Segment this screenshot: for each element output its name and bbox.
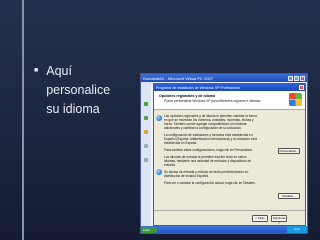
bullet-item: ■ Aquí personalice su idioma <box>34 62 139 119</box>
setup-steps-strip <box>141 82 151 228</box>
taskbar: inicio 2:32 <box>141 226 307 233</box>
dialog-content: Las opciones regionales y de idioma le p… <box>154 110 305 199</box>
dialog-header: Opciones regionales y de idioma Puede pe… <box>154 91 305 110</box>
next-button[interactable]: Siguiente > <box>271 215 287 225</box>
step-icon <box>144 144 148 148</box>
window-controls: _ □ × <box>288 75 305 81</box>
close-icon[interactable]: × <box>300 75 305 81</box>
back-button[interactable]: < Atrás <box>252 215 268 222</box>
step-icon <box>144 158 148 162</box>
dialog-title: Programa de instalación de Windows XP Pr… <box>156 85 240 90</box>
regional-description: Las opciones regionales y de idioma le p… <box>164 114 257 130</box>
dialog-title-bar[interactable]: Programa de instalación de Windows XP Pr… <box>154 84 305 91</box>
step-icon <box>144 116 148 120</box>
dialog-close-icon[interactable]: × <box>299 85 304 90</box>
input-language-status: Su idioma de entrada y método de texto p… <box>164 170 249 178</box>
screenshot-window: Kamatalk02 - Microsoft Virtual PC 2007 _… <box>140 73 308 234</box>
header-subtitle: Puede personalizar Windows XP para difer… <box>164 99 262 103</box>
setup-dialog: Programa de instalación de Windows XP Pr… <box>153 83 306 226</box>
details-hint: Para ver o cambiar la configuración actu… <box>164 181 256 185</box>
step-icon <box>144 130 148 134</box>
regional-status: La configuración de estándares y formato… <box>164 133 257 145</box>
start-button[interactable]: inicio <box>141 226 157 233</box>
step-icon <box>144 102 148 106</box>
maximize-icon[interactable]: □ <box>294 75 299 81</box>
virtual-pc-title-bar[interactable]: Kamatalk02 - Microsoft Virtual PC 2007 _… <box>141 74 307 82</box>
globe-icon <box>156 115 162 121</box>
input-language-description: Los idiomas de entrada le permiten escri… <box>164 155 251 167</box>
customize-hint: Para cambiar estas configuraciones, haga… <box>164 148 253 152</box>
guest-desktop: Programa de instalación de Windows XP Pr… <box>141 82 307 228</box>
square-bullet-icon: ■ <box>34 67 39 74</box>
system-tray-clock: 2:32 <box>287 226 307 233</box>
customize-button[interactable]: Personalizar... <box>278 148 300 154</box>
window-title: Kamatalk02 - Microsoft Virtual PC 2007 <box>143 75 213 81</box>
details-button[interactable]: Detalles... <box>278 193 300 199</box>
dialog-footer: < Atrás Siguiente > <box>154 210 305 225</box>
header-title: Opciones regionales y de idioma <box>159 94 216 98</box>
minimize-icon[interactable]: _ <box>288 75 293 81</box>
slide-bullet-list: ■ Aquí personalice su idioma <box>34 62 139 119</box>
bullet-text: Aquí personalice su idioma <box>46 64 111 116</box>
windows-logo-icon <box>289 93 302 106</box>
keyboard-icon <box>156 169 162 175</box>
slide-left-rule <box>22 0 24 240</box>
